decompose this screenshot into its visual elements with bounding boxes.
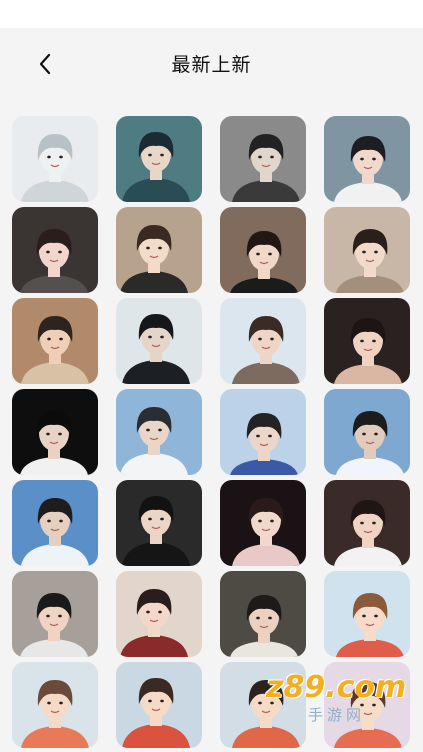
avatar-image [324,389,410,475]
avatar-image [220,207,306,293]
avatar-tile[interactable] [116,480,202,566]
avatar-tile[interactable] [220,480,306,566]
avatar-tile[interactable] [324,480,410,566]
avatar-image [324,207,410,293]
avatar-tile[interactable] [116,207,202,293]
avatar-image [12,116,98,202]
avatar-image [12,662,98,748]
avatar-image [116,389,202,475]
avatar-tile[interactable] [220,662,306,748]
avatar-tile[interactable] [324,298,410,384]
avatar-image [324,116,410,202]
avatar-image [220,389,306,475]
avatar-tile[interactable] [12,389,98,475]
avatar-image [220,571,306,657]
avatar-image [116,480,202,566]
avatar-tile[interactable] [116,116,202,202]
avatar-tile[interactable] [324,389,410,475]
avatar-tile[interactable] [116,298,202,384]
avatar-image [220,298,306,384]
avatar-tile[interactable] [116,662,202,748]
avatar-image [324,480,410,566]
avatar-tile[interactable] [116,571,202,657]
avatar-tile[interactable] [220,207,306,293]
avatar-image [12,207,98,293]
avatar-image [116,207,202,293]
avatar-image [12,298,98,384]
avatar-image [116,662,202,748]
avatar-image [324,571,410,657]
avatar-image [220,662,306,748]
avatar-tile[interactable] [12,298,98,384]
avatar-tile[interactable] [12,571,98,657]
avatar-tile[interactable] [12,116,98,202]
avatar-tile[interactable] [220,116,306,202]
avatar-tile[interactable] [324,662,410,748]
avatar-image [220,116,306,202]
avatar-image [116,116,202,202]
avatar-tile[interactable] [116,389,202,475]
page-title: 最新上新 [171,54,252,76]
avatar-tile[interactable] [220,571,306,657]
image-grid [12,116,410,748]
avatar-image [220,480,306,566]
avatar-image [12,389,98,475]
avatar-image [116,571,202,657]
avatar-image [12,480,98,566]
avatar-tile[interactable] [324,207,410,293]
avatar-tile[interactable] [220,298,306,384]
avatar-image [12,571,98,657]
header: 最新上新 [0,28,423,100]
avatar-image [324,298,410,384]
avatar-tile[interactable] [12,207,98,293]
avatar-tile[interactable] [12,662,98,748]
status-bar [0,0,423,28]
avatar-tile[interactable] [220,389,306,475]
avatar-image [324,662,410,748]
avatar-tile[interactable] [324,571,410,657]
avatar-tile[interactable] [324,116,410,202]
avatar-image [116,298,202,384]
avatar-tile[interactable] [12,480,98,566]
